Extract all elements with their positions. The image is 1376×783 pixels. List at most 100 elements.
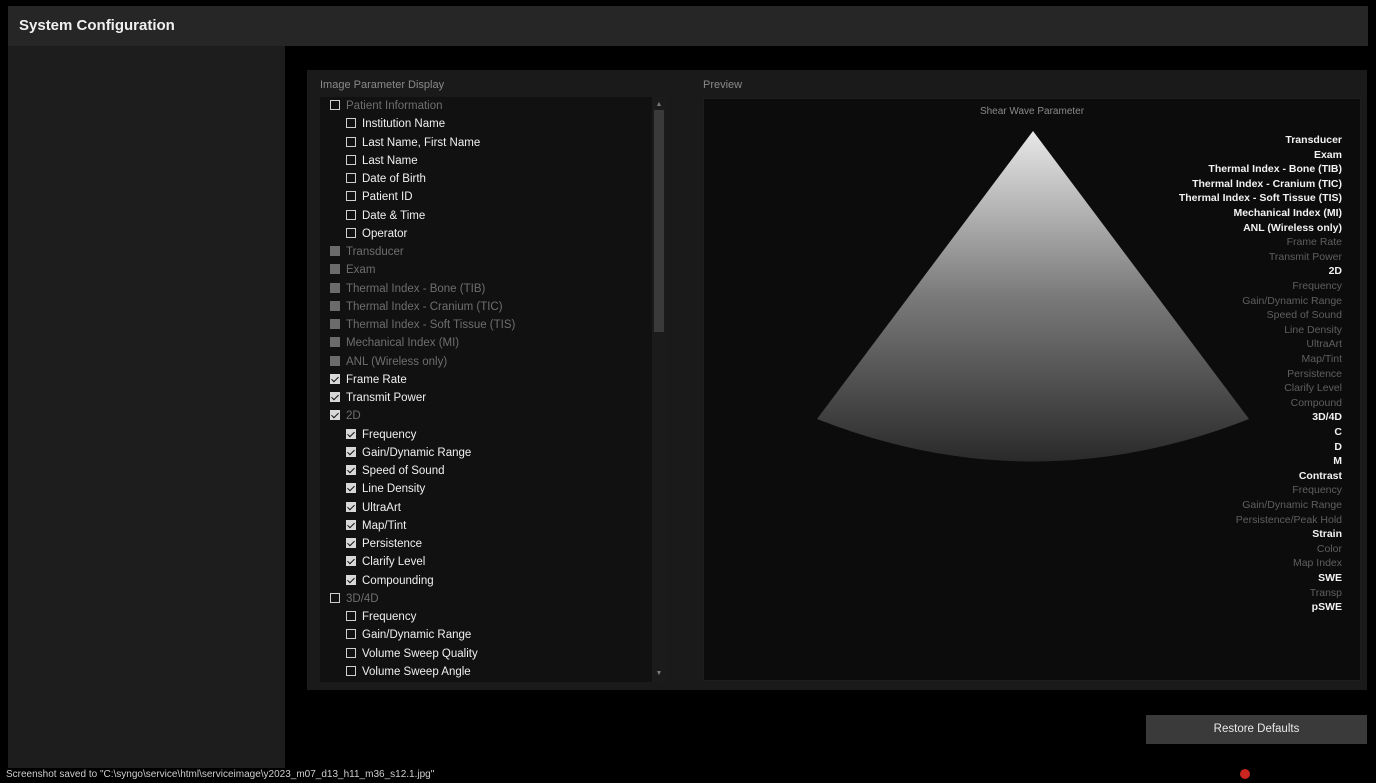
preview-parameter: Persistence/Peak Hold <box>1235 513 1342 526</box>
parameter-label: Thermal Index - Cranium (TIC) <box>346 300 503 313</box>
preview-parameter: D <box>1334 440 1342 453</box>
window-title: System Configuration <box>19 17 175 34</box>
preview-parameter: Persistence <box>1287 367 1342 380</box>
parameter-label: Thermal Index - Soft Tissue (TIS) <box>346 319 516 331</box>
preview-parameter: Transmit Power <box>1268 250 1342 263</box>
preview-parameter: Map Index <box>1292 557 1342 570</box>
parameter-label: Date of Birth <box>362 173 426 185</box>
checkbox-icon[interactable] <box>330 100 340 110</box>
parameter-label: 3D/4D <box>346 592 379 605</box>
checkbox-icon[interactable] <box>346 227 356 238</box>
checkbox-icon[interactable] <box>346 136 356 147</box>
parameter-label: Gain/Dynamic Range <box>362 446 472 459</box>
preview-label: Preview <box>703 79 743 91</box>
checkbox-icon[interactable] <box>346 611 356 621</box>
parameter-label: Date & Time <box>362 209 426 222</box>
checkbox-icon[interactable] <box>346 647 356 658</box>
preview-parameter: Frequency <box>1292 484 1342 497</box>
preview-parameter: Map/Tint <box>1301 353 1342 365</box>
preview-parameter: Transp <box>1309 586 1342 599</box>
parameter-label: Operator <box>362 227 408 240</box>
parameter-label: ANL (Wireless only) <box>346 355 448 368</box>
alert-icon[interactable] <box>1240 769 1250 779</box>
preview-parameter: Frame Rate <box>1286 236 1342 249</box>
parameter-label: Last Name <box>362 154 418 167</box>
checkbox-icon <box>330 300 340 311</box>
preview-parameter: Thermal Index - Bone (TIB) <box>1208 163 1342 176</box>
parameter-label: Frequency <box>362 428 417 441</box>
checkbox-checked-icon[interactable] <box>346 465 356 475</box>
checkbox-icon[interactable] <box>330 592 340 603</box>
preview-parameter: UltraArt <box>1306 338 1342 351</box>
parameter-label: Clarify Level <box>362 556 426 569</box>
checkbox-icon[interactable] <box>346 209 356 220</box>
parameter-label: Transducer <box>346 246 404 258</box>
parameter-label: Institution Name <box>362 118 446 131</box>
checkbox-checked-icon[interactable] <box>346 574 356 585</box>
parameter-label: Exam <box>346 264 376 277</box>
checkbox-checked-icon[interactable] <box>346 501 356 512</box>
checkbox-checked-icon[interactable] <box>330 410 340 421</box>
checkbox-icon[interactable] <box>346 191 356 202</box>
parameter-label: Thermal Index - Bone (TIB) <box>346 282 486 295</box>
preview-parameter: Mechanical Index (MI) <box>1233 207 1342 219</box>
preview-parameter: Transducer <box>1285 134 1342 146</box>
checkbox-checked-icon[interactable] <box>346 556 356 567</box>
scroll-thumb[interactable] <box>654 110 664 332</box>
parameter-label: Persistence <box>362 538 423 550</box>
preview-parameter: Color <box>1316 542 1342 555</box>
preview-parameter: Gain/Dynamic Range <box>1242 499 1342 511</box>
scroll-up-icon[interactable]: ▲ <box>654 100 664 110</box>
parameter-label: Volume Sweep Angle <box>362 665 471 678</box>
param-display-label: Image Parameter Display <box>320 79 445 91</box>
parameter-label: Frequency <box>362 611 417 623</box>
checkbox-icon[interactable] <box>346 154 356 165</box>
parameter-label: Map/Tint <box>362 519 407 532</box>
checkbox-icon <box>330 246 340 256</box>
preview-parameter: C <box>1334 426 1342 438</box>
parameter-label: Compounding <box>362 574 434 587</box>
preview-parameter: 3D/4D <box>1312 411 1342 424</box>
preview-area: Shear Wave Parameter Transducer Exam Therm… <box>703 98 1361 681</box>
status-message: Screenshot saved to "C:\syngo\service\ht… <box>6 769 435 780</box>
parameter-label: Frame Rate <box>346 373 407 386</box>
parameter-label: UltraArt <box>362 501 401 514</box>
preview-parameter: SWE <box>1318 572 1342 584</box>
preview-parameter: M <box>1333 455 1342 468</box>
parameter-list[interactable]: Patient Information Institution Name Last … <box>320 97 666 682</box>
preview-parameter: Frequency <box>1292 280 1342 292</box>
checkbox-checked-icon[interactable] <box>346 483 356 494</box>
checkbox-checked-icon[interactable] <box>346 538 356 548</box>
checkbox-checked-icon[interactable] <box>346 446 356 457</box>
preview-parameter: Speed of Sound <box>1266 309 1342 322</box>
preview-parameter: pSWE <box>1311 601 1342 614</box>
preview-parameter: Exam <box>1313 148 1342 161</box>
checkbox-icon[interactable] <box>346 665 356 676</box>
preview-parameter: ANL (Wireless only) <box>1243 221 1342 234</box>
preview-parameter: Line Density <box>1284 323 1342 336</box>
parameter-label: Patient ID <box>362 191 413 204</box>
parameter-label: Line Density <box>362 483 426 496</box>
checkbox-icon[interactable] <box>346 629 356 640</box>
preview-parameter: Gain/Dynamic Range <box>1242 294 1342 307</box>
checkbox-checked-icon[interactable] <box>346 428 356 439</box>
scroll-down-icon[interactable]: ▼ <box>654 669 664 679</box>
checkbox-checked-icon[interactable] <box>330 373 340 384</box>
checkbox-icon <box>330 337 340 348</box>
parameter-label: Speed of Sound <box>362 465 445 477</box>
preview-parameter: Thermal Index - Cranium (TIC) <box>1192 177 1342 190</box>
preview-parameter: Thermal Index - Soft Tissue (TIS) <box>1178 192 1342 205</box>
restore-defaults-button[interactable]: Restore Defaults <box>1146 715 1367 744</box>
preview-parameter: 2D <box>1328 265 1342 278</box>
checkbox-icon <box>330 355 340 366</box>
sidebar-divider <box>8 46 285 768</box>
parameter-label: Gain/Dynamic Range <box>362 629 472 642</box>
parameter-label: 2D <box>346 410 361 423</box>
checkbox-icon[interactable] <box>346 118 356 129</box>
preview-parameter: Contrast <box>1298 469 1342 482</box>
parameter-label: Mechanical Index (MI) <box>346 337 460 350</box>
checkbox-checked-icon[interactable] <box>330 392 340 402</box>
checkbox-icon[interactable] <box>346 173 356 183</box>
checkbox-checked-icon[interactable] <box>346 519 356 530</box>
checkbox-icon <box>330 282 340 293</box>
